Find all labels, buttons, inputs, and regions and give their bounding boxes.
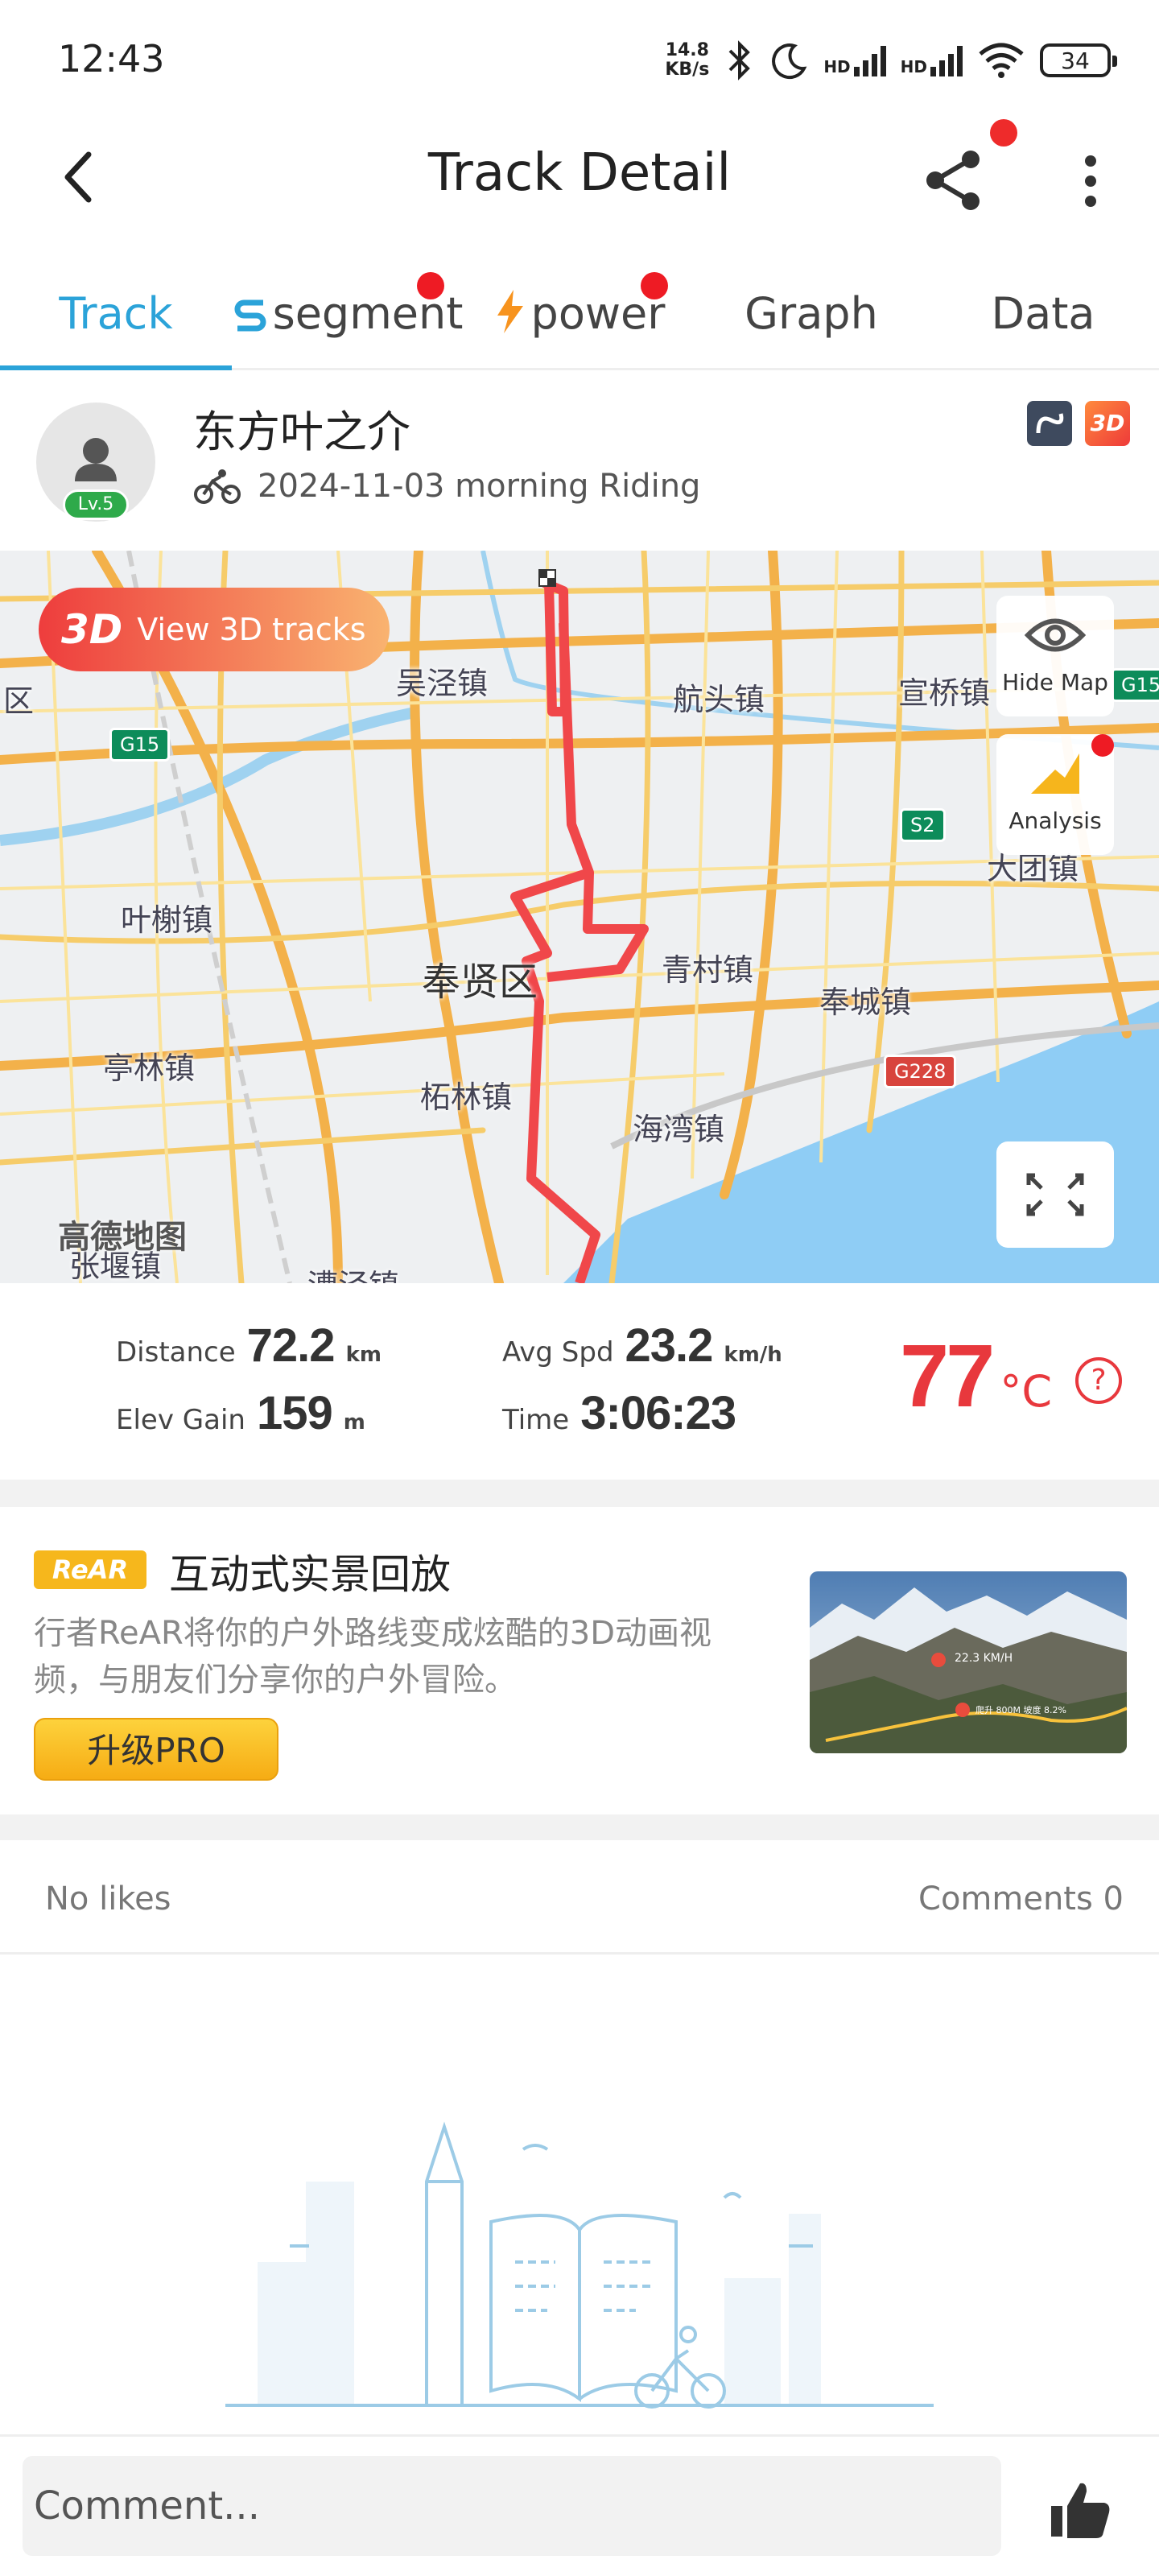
upgrade-pro-button[interactable]: 升级PRO: [34, 1718, 278, 1781]
rear-promo[interactable]: ReAR 互动式实景回放 行者ReAR将你的户外路线变成炫酷的3D动画视频，与朋…: [0, 1507, 1159, 1814]
ride-info: 2024-11-03 morning Riding: [193, 467, 700, 506]
highway-badge: G228: [884, 1055, 957, 1088]
more-menu-button[interactable]: [1070, 145, 1111, 217]
notification-dot: [1091, 734, 1114, 757]
social-summary: No likes Comments 0: [0, 1840, 1159, 1955]
temperature: 77 °C: [900, 1327, 1053, 1426]
comment-bar: [0, 2434, 1159, 2576]
highway-badge: G15: [1111, 668, 1159, 702]
user-name[interactable]: 东方叶之介: [193, 396, 410, 460]
notification-dot: [641, 272, 668, 299]
promo-title: 互动式实景回放: [169, 1551, 451, 1598]
status-icons: 14.8 KB/s HD HD 34: [665, 32, 1117, 89]
map-label: 吴泾镇: [396, 666, 489, 701]
track-owner: Lv.5 东方叶之介 2024-11-03 morning Riding 3D: [0, 372, 1159, 551]
bicycle-icon: [194, 469, 241, 504]
help-icon[interactable]: ?: [1075, 1357, 1122, 1404]
map-label: 柘林镇: [420, 1080, 513, 1115]
tab-power[interactable]: power: [464, 266, 695, 368]
network-speed: 14.8 KB/s: [665, 40, 710, 80]
share-button[interactable]: [918, 143, 990, 216]
expand-icon: [1026, 1173, 1084, 1216]
map-label: 漕泾镇: [307, 1261, 399, 1283]
map-label: 奉城镇: [819, 985, 912, 1020]
segment-icon: [234, 299, 266, 332]
map-label: 奉贤区: [422, 960, 538, 1005]
comment-input[interactable]: [23, 2456, 1001, 2556]
tab-bar: Track segment power Graph Data: [0, 266, 1159, 370]
distance-stat: Distance 72.2 km: [116, 1319, 382, 1372]
highway-badge: S2: [900, 808, 946, 842]
tab-segment[interactable]: segment: [232, 266, 464, 368]
level-badge: Lv.5: [63, 489, 129, 520]
map-label: 航头镇: [673, 682, 765, 717]
preview-climb: 爬升 800M 坡度 8.2%: [975, 1704, 1066, 1715]
tab-data[interactable]: Data: [927, 266, 1159, 368]
map-label: 区: [3, 683, 35, 719]
elev-gain-stat: Elev Gain 159 m: [116, 1387, 365, 1439]
promo-preview-image[interactable]: 22.3 KM/H 爬升 800M 坡度 8.2%: [810, 1571, 1127, 1753]
battery-icon: 34: [1040, 43, 1117, 77]
notification-dot: [990, 119, 1017, 147]
route-map[interactable]: 吴泾镇 航头镇 宣桥镇 区 叶榭镇 奉贤区 青村镇 奉城镇 大团镇 亭林镇 柘林…: [0, 551, 1159, 1283]
map-label: 宣桥镇: [898, 675, 991, 711]
preview-speed: 22.3 KM/H: [955, 1652, 1013, 1665]
header: Track Detail: [0, 121, 1159, 242]
empty-comments-illustration: [225, 2121, 934, 2409]
analysis-icon: [1031, 753, 1079, 794]
analysis-button[interactable]: Analysis: [996, 734, 1114, 855]
section-divider: [0, 1480, 1159, 1507]
thumbs-up-icon: [1051, 2483, 1110, 2538]
bluetooth-icon: [728, 40, 751, 80]
lightning-icon: [497, 290, 523, 333]
3d-badge: 3D: [1085, 401, 1130, 446]
map-label: 亭林镇: [103, 1051, 196, 1086]
moon-icon: [772, 43, 807, 80]
signal-icon: HD: [901, 44, 963, 76]
tab-graph[interactable]: Graph: [695, 266, 927, 368]
map-label: 青村镇: [662, 952, 754, 988]
map-provider-logo: 高德地图: [58, 1219, 187, 1256]
status-time: 12:43: [58, 37, 165, 80]
view-3d-tracks-button[interactable]: 3D View 3D tracks: [39, 588, 390, 671]
time-stat: Time 3:06:23: [502, 1387, 736, 1439]
likes-count[interactable]: No likes: [45, 1880, 171, 1918]
hide-map-button[interactable]: Hide Map: [996, 596, 1114, 716]
notification-dot: [417, 272, 444, 299]
eye-icon: [1024, 618, 1087, 652]
ride-stats: Distance 72.2 km Avg Spd 23.2 km/h Elev …: [0, 1283, 1159, 1480]
signal-icon: HD: [823, 44, 886, 76]
tab-track[interactable]: Track: [0, 266, 232, 370]
route-badge-icon: [1027, 401, 1072, 446]
wifi-icon: [979, 43, 1024, 78]
highway-badge: G15: [109, 728, 171, 762]
section-divider: [0, 1814, 1159, 1840]
more-vertical-icon: [1085, 155, 1096, 207]
fullscreen-button[interactable]: [996, 1141, 1114, 1248]
avg-speed-stat: Avg Spd 23.2 km/h: [502, 1319, 782, 1372]
like-button[interactable]: [1043, 2474, 1116, 2546]
map-label: 海湾镇: [633, 1112, 725, 1147]
comments-count[interactable]: Comments 0: [918, 1880, 1124, 1918]
map-label: 叶榭镇: [121, 902, 213, 938]
rear-logo: ReAR: [34, 1550, 146, 1589]
promo-description: 行者ReAR将你的户外路线变成炫酷的3D动画视频，与朋友们分享你的户外冒险。: [34, 1615, 712, 1699]
status-bar: 12:43 14.8 KB/s HD HD 34: [0, 0, 1159, 121]
